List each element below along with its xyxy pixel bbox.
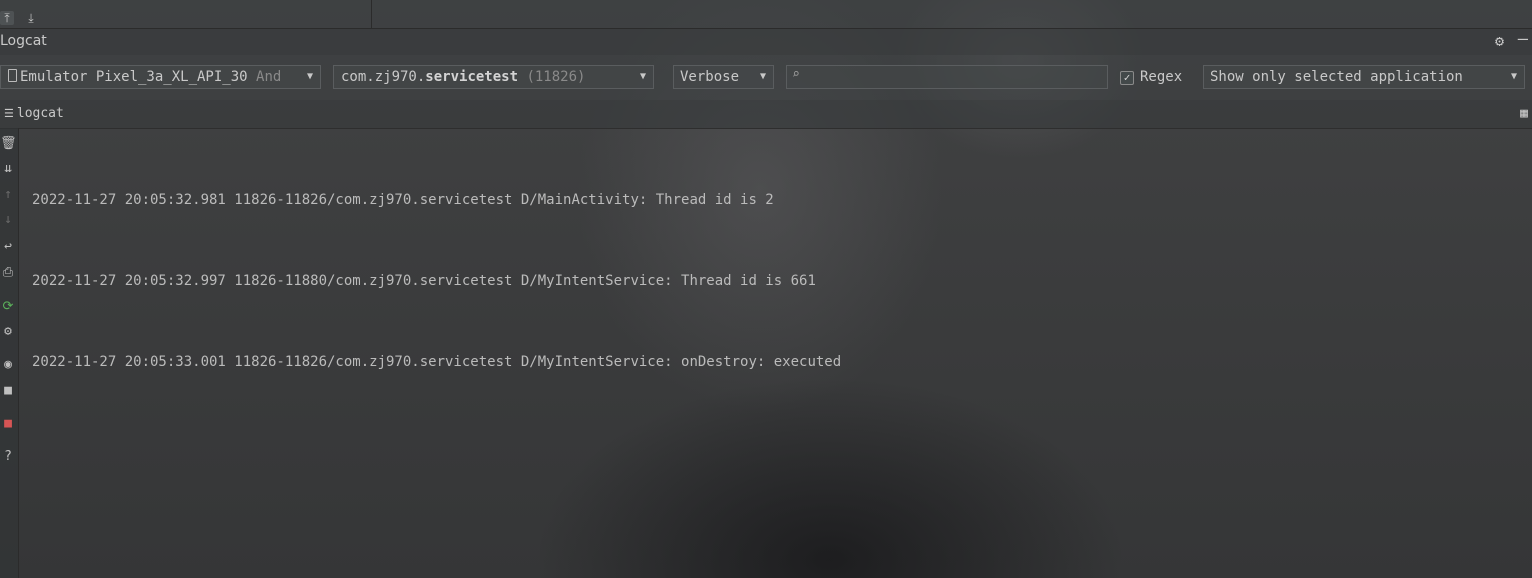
tab-label: logcat xyxy=(16,106,64,121)
logcat-tab-bar: ☰ logcat ▦ xyxy=(0,100,1532,129)
logcat-side-toolbar: 🗑 ⇊ ↑ ↓ ↩ ⎙ ⟳ ⚙ ◉ ■ ■ ? xyxy=(0,128,19,578)
chevron-down-icon: ▼ xyxy=(1510,71,1518,82)
process-dropdown[interactable]: com.zj970.servicetest (11826) ▼ xyxy=(333,65,654,89)
list-icon: ☰ xyxy=(4,107,14,120)
trash-icon[interactable]: 🗑 xyxy=(0,136,17,152)
video-icon[interactable]: ■ xyxy=(0,383,16,399)
log-line: 2022-11-27 20:05:33.001 11826-11826/com.… xyxy=(32,354,842,370)
scroll-to-end-icon[interactable]: ⇊ xyxy=(0,161,16,177)
panel-title: Logcat xyxy=(0,33,47,49)
device-suffix: And xyxy=(256,69,282,85)
soft-wrap-icon[interactable]: ↩ xyxy=(0,239,16,255)
tool-window-header: Logcat ⚙ — xyxy=(0,28,1532,55)
print-icon[interactable]: ⎙ xyxy=(0,265,16,281)
log-level-value: Verbose xyxy=(680,69,740,85)
scroll-to-top-icon[interactable]: ⤒ xyxy=(0,11,14,25)
pane-divider xyxy=(371,0,372,28)
layout-icon[interactable]: ▦ xyxy=(1520,106,1528,121)
chevron-down-icon: ▼ xyxy=(639,71,647,82)
log-line: 2022-11-27 20:05:32.981 11826-11826/com.… xyxy=(32,192,774,208)
device-name: Emulator Pixel_3a_XL_API_30 xyxy=(20,69,248,85)
log-line: 2022-11-27 20:05:32.997 11826-11880/com.… xyxy=(32,273,816,289)
chevron-down-icon: ▼ xyxy=(759,71,767,82)
checkbox-checked-icon: ✓ xyxy=(1120,71,1134,85)
stop-icon[interactable]: ■ xyxy=(0,416,16,432)
help-icon[interactable]: ? xyxy=(0,449,16,465)
settings-icon[interactable]: ⚙ xyxy=(0,324,16,340)
regex-checkbox[interactable]: ✓ Regex xyxy=(1120,69,1182,85)
regex-label: Regex xyxy=(1140,69,1183,85)
filter-value: Show only selected application xyxy=(1210,69,1463,85)
top-strip: ⤒ ⤓ xyxy=(0,0,1532,28)
arrow-down-icon[interactable]: ↓ xyxy=(0,212,16,228)
device-dropdown[interactable]: Emulator Pixel_3a_XL_API_30 And ▼ xyxy=(0,65,321,89)
package-prefix: com.zj970. xyxy=(341,69,426,85)
minimize-icon[interactable]: — xyxy=(1518,29,1528,49)
screenshot-icon[interactable]: ◉ xyxy=(0,357,16,373)
search-field[interactable]: ⌕ xyxy=(786,65,1108,89)
phone-icon xyxy=(8,69,17,82)
gear-icon[interactable]: ⚙ xyxy=(1495,32,1504,50)
tab-logcat[interactable]: ☰ logcat xyxy=(4,106,64,121)
process-pid: (11826) xyxy=(526,69,586,85)
package-name: servicetest xyxy=(425,69,519,85)
log-level-dropdown[interactable]: Verbose ▼ xyxy=(673,65,774,89)
restart-icon[interactable]: ⟳ xyxy=(0,299,16,315)
log-output: 2022-11-27 20:05:32.981 11826-11826/com.… xyxy=(32,133,1532,403)
filter-dropdown[interactable]: Show only selected application ▼ xyxy=(1203,65,1525,89)
search-icon: ⌕ xyxy=(792,67,800,82)
chevron-down-icon: ▼ xyxy=(306,71,314,82)
logcat-toolbar: Emulator Pixel_3a_XL_API_30 And ▼ com.zj… xyxy=(0,55,1532,100)
scroll-to-end-icon[interactable]: ⤓ xyxy=(24,11,38,25)
arrow-up-icon[interactable]: ↑ xyxy=(0,187,16,203)
